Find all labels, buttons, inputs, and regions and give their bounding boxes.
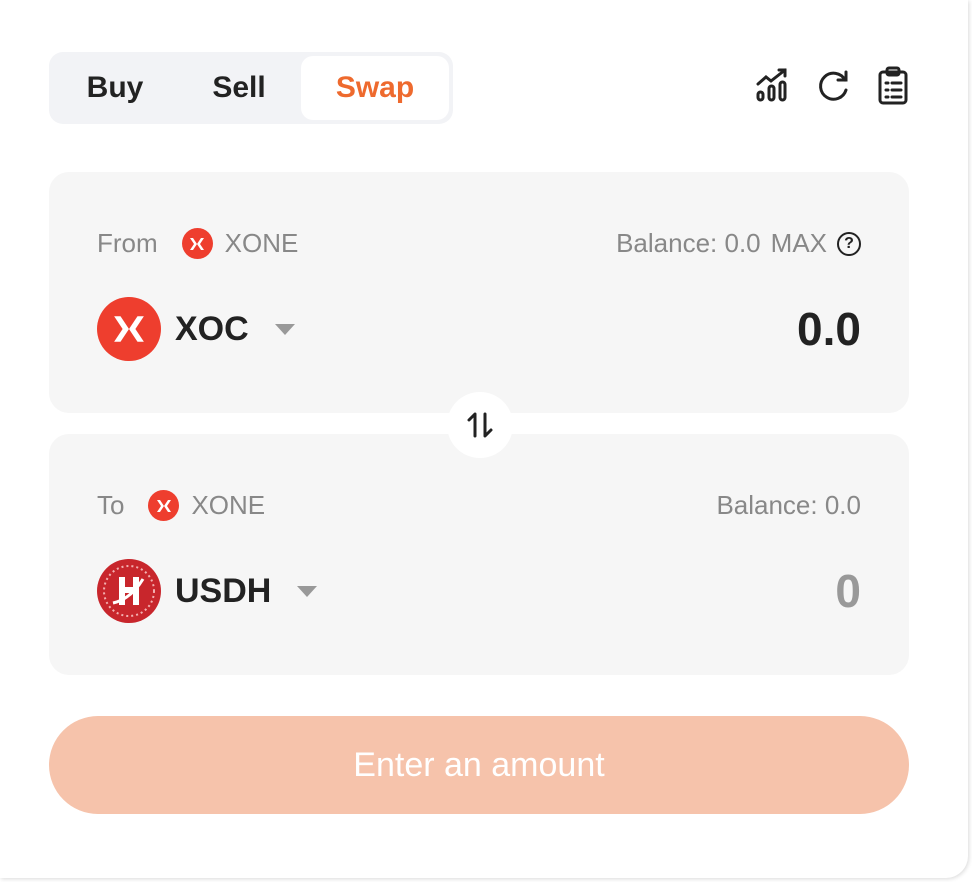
swap-arrows-icon bbox=[467, 412, 493, 438]
swap-card: Buy Sell Swap From XONE Balance: 0.0 MAX? … bbox=[0, 0, 968, 878]
xone-network-icon bbox=[148, 490, 180, 521]
max-button[interactable]: MAX bbox=[771, 228, 827, 259]
from-balance: Balance: 0.0 bbox=[616, 228, 761, 258]
to-balance: Balance: 0.0 bbox=[716, 490, 861, 520]
trade-tabs: Buy Sell Swap bbox=[49, 52, 453, 124]
to-token-selector[interactable]: USDH bbox=[97, 559, 318, 623]
from-panel: From XONE Balance: 0.0 MAX? XOC 0.0 bbox=[49, 172, 909, 413]
chevron-down-icon bbox=[274, 323, 295, 335]
from-token-selector[interactable]: XOC bbox=[97, 297, 295, 361]
tab-swap[interactable]: Swap bbox=[301, 56, 449, 120]
chart-icon[interactable] bbox=[755, 66, 791, 106]
from-amount-input[interactable]: 0.0 bbox=[561, 302, 861, 356]
tab-buy[interactable]: Buy bbox=[53, 56, 177, 120]
xone-network-icon bbox=[181, 228, 213, 259]
help-icon[interactable]: ? bbox=[837, 231, 861, 256]
usdh-logo-icon bbox=[97, 559, 161, 623]
swap-direction-button[interactable] bbox=[447, 392, 513, 458]
from-label: From bbox=[97, 228, 158, 258]
to-token-name: USDH bbox=[175, 571, 272, 610]
chevron-down-icon bbox=[297, 585, 318, 597]
from-network: XONE bbox=[224, 228, 299, 258]
clipboard-list-icon[interactable] bbox=[875, 66, 911, 106]
enter-amount-button[interactable]: Enter an amount bbox=[49, 716, 909, 814]
to-panel: To XONE Balance: 0.0 USDH 0 bbox=[49, 434, 909, 675]
refresh-icon[interactable] bbox=[815, 66, 851, 106]
to-label: To bbox=[97, 490, 125, 520]
to-network: XONE bbox=[191, 490, 266, 520]
to-amount-output: 0 bbox=[835, 565, 861, 617]
from-token-name: XOC bbox=[175, 309, 249, 348]
tab-sell[interactable]: Sell bbox=[177, 56, 301, 120]
xoc-logo-icon bbox=[97, 297, 161, 361]
